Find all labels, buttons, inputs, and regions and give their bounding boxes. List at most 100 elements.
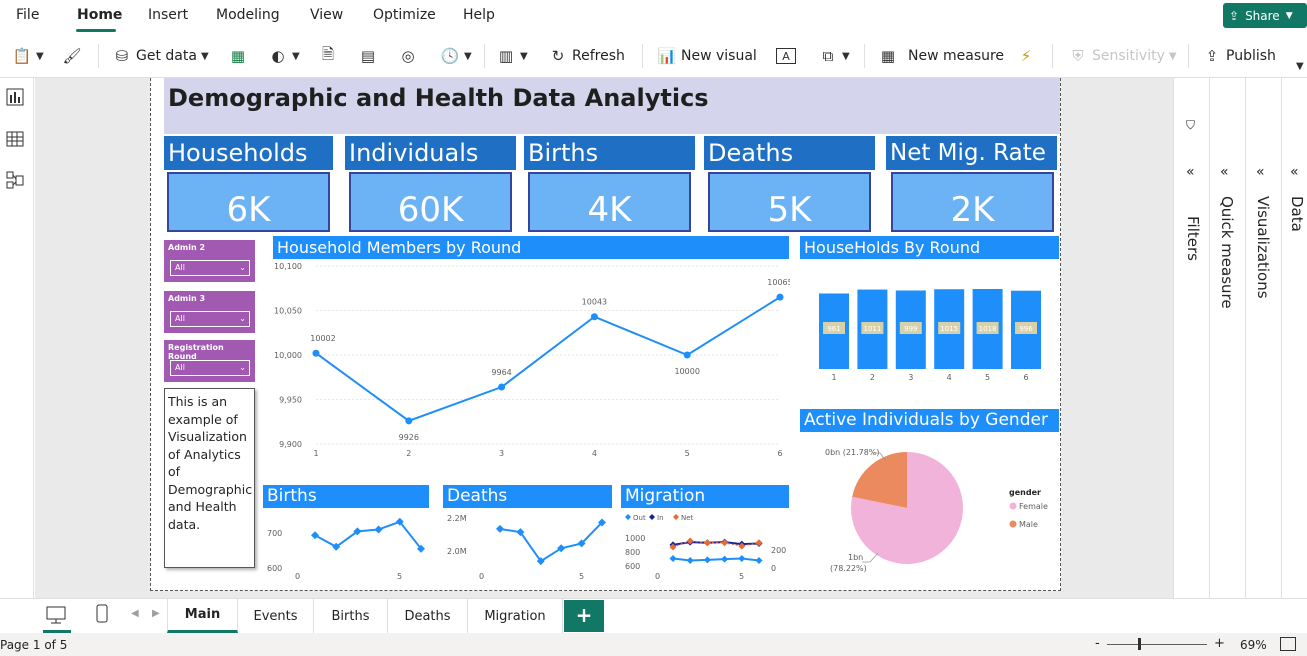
sql-button[interactable]: 🗎 xyxy=(318,44,338,68)
kpi-individuals-label: Individuals xyxy=(345,136,516,170)
zoom-slider-thumb[interactable] xyxy=(1138,638,1141,650)
sensitivity-label: Sensitivity xyxy=(1092,48,1165,64)
table-view-button[interactable] xyxy=(6,130,24,148)
x-tick-label: 3 xyxy=(908,373,913,382)
mobile-layout-button[interactable] xyxy=(92,603,112,627)
bar-chart-icon: 📊 xyxy=(657,47,677,65)
refresh-button[interactable]: ↻ Refresh xyxy=(548,44,625,68)
slicer-round-value: All xyxy=(175,363,185,372)
kpi-births-value[interactable]: 4K xyxy=(528,172,691,232)
zoom-out-button[interactable]: - xyxy=(1095,636,1100,651)
collapse-quick-measure-icon[interactable]: « xyxy=(1220,164,1229,180)
text-box-icon: A xyxy=(776,48,796,64)
enter-data-button[interactable]: ▤ xyxy=(358,44,378,68)
scroll-left-icon[interactable]: ◀ xyxy=(131,608,139,619)
menu-insert[interactable]: Insert xyxy=(148,7,188,23)
chevron-down-icon: ▼ xyxy=(1285,10,1293,21)
slicer-round-label: Registration Round xyxy=(168,343,224,361)
scroll-right-icon[interactable]: ▶ xyxy=(152,608,160,619)
kpi-deaths-value[interactable]: 5K xyxy=(708,172,871,232)
tab-events[interactable]: Events xyxy=(238,599,314,633)
births-line-chart[interactable]: 700 600 0 5 xyxy=(263,508,433,588)
data-label: 1011 xyxy=(863,325,881,333)
get-data-button[interactable]: ⛁ Get data ▼ xyxy=(112,44,209,68)
members-line-chart[interactable]: 10,100 10,050 10,000 9,950 9,900 1 2 3 4 5 6 10002 9… xyxy=(270,260,790,460)
quick-measure-button[interactable]: ⚡ xyxy=(1016,44,1036,68)
legend-label: Net xyxy=(681,514,694,522)
text-box-button[interactable]: A xyxy=(776,44,796,68)
data-pane-title: Data xyxy=(1288,196,1306,232)
fit-to-page-button[interactable] xyxy=(1280,637,1296,651)
model-view-button[interactable] xyxy=(6,171,24,189)
filters-pane[interactable]: « ⛉ Filters xyxy=(1173,78,1209,598)
desktop-layout-button[interactable] xyxy=(44,604,70,628)
onelake-button[interactable]: ◐ ▼ xyxy=(268,44,299,68)
collapse-data-icon[interactable]: « xyxy=(1290,164,1299,180)
y-tick-label: 2.2M xyxy=(447,514,467,523)
format-painter-button[interactable]: 🖌 xyxy=(62,44,82,68)
chevron-down-icon: ▼ xyxy=(1168,50,1177,62)
slicer-admin2-dropdown[interactable]: All ⌄ xyxy=(170,260,250,276)
x-tick-label: 0 xyxy=(295,572,300,581)
sensitivity-button[interactable]: ⛨ Sensitivity ▼ xyxy=(1068,44,1177,68)
tab-main[interactable]: Main xyxy=(167,599,238,633)
recent-sources-button[interactable]: 🕓 ▼ xyxy=(440,44,472,68)
slicer-admin3-dropdown[interactable]: All ⌄ xyxy=(170,311,250,327)
gender-pie-chart[interactable]: 0bn (21.78%) 1bn (78.22%) gender Female Male xyxy=(800,435,1060,585)
series-line xyxy=(315,296,781,422)
legend-label: Female xyxy=(1019,502,1048,511)
report-view-icon xyxy=(6,88,24,106)
kpi-individuals-value[interactable]: 60K xyxy=(349,172,512,232)
data-point xyxy=(311,531,319,540)
collapse-visualizations-icon[interactable]: « xyxy=(1256,164,1265,180)
households-bar-chart[interactable]: 961 1 1011 2 999 3 1015 4 1018 5 996 6 xyxy=(800,260,1060,390)
description-textbox[interactable]: This is an example of Visualization of A… xyxy=(164,388,255,568)
tab-births[interactable]: Births xyxy=(314,599,388,633)
zoom-in-button[interactable]: + xyxy=(1214,636,1225,651)
data-label: (78.22%) xyxy=(830,564,867,573)
legend-marker xyxy=(673,514,679,520)
transform-data-button[interactable]: ▥ ▼ xyxy=(496,44,528,68)
y-tick-label: 1000 xyxy=(625,534,645,543)
menu-view[interactable]: View xyxy=(310,7,343,23)
chevron-down-icon: ⌄ xyxy=(239,263,246,272)
menu-modeling[interactable]: Modeling xyxy=(216,7,280,23)
zoom-slider-track[interactable] xyxy=(1107,644,1207,645)
report-view-button[interactable] xyxy=(6,88,24,106)
collapse-filters-icon[interactable]: « xyxy=(1186,164,1195,180)
publish-button[interactable]: ⇪ Publish xyxy=(1202,44,1276,68)
deaths-line-chart[interactable]: 2.2M 2.0M 0 5 xyxy=(443,508,613,588)
filter-icon: ⛉ xyxy=(1186,118,1196,132)
migration-line-chart[interactable]: Out In Net 1000 800 600 200 0 0 5 xyxy=(621,508,791,588)
kpi-households-value[interactable]: 6K xyxy=(167,172,330,232)
visualizations-pane[interactable]: « Visualizations xyxy=(1245,78,1281,598)
slicer-round-dropdown[interactable]: All ⌄ xyxy=(170,360,250,376)
x-tick-label: 0 xyxy=(655,572,660,581)
new-visual-button[interactable]: 📊 New visual xyxy=(657,44,757,68)
excel-button[interactable]: ▦ xyxy=(228,44,248,68)
tab-migration[interactable]: Migration xyxy=(468,599,563,633)
paste-button[interactable]: 📋 ▼ xyxy=(12,44,44,68)
clipboard-icon: 📋 xyxy=(12,47,32,65)
share-button[interactable]: ⇪ Share ▼ xyxy=(1223,3,1307,28)
add-page-button[interactable]: + xyxy=(564,600,604,632)
menu-file[interactable]: File xyxy=(16,7,39,23)
kpi-net-mig-value[interactable]: 2K xyxy=(891,172,1054,232)
menu-home[interactable]: Home xyxy=(77,7,122,23)
legend-marker xyxy=(1009,502,1017,510)
dataverse-button[interactable]: ◎ xyxy=(398,44,418,68)
table-icon: ▤ xyxy=(360,47,376,65)
kpi-deaths-label: Deaths xyxy=(704,136,875,170)
menu-optimize[interactable]: Optimize xyxy=(373,7,436,23)
data-point xyxy=(312,349,320,357)
more-visuals-button[interactable]: ⧉ ▼ xyxy=(818,44,850,68)
legend-marker xyxy=(649,514,655,520)
menu-help[interactable]: Help xyxy=(463,7,495,23)
ribbon-expand-button[interactable]: ▼ xyxy=(1296,54,1304,78)
legend-label: Out xyxy=(633,514,646,522)
quick-measure-pane[interactable]: « Quick measure xyxy=(1209,78,1245,598)
new-measure-button[interactable]: ▦ New measure xyxy=(878,44,1004,68)
data-point xyxy=(721,555,729,563)
data-pane[interactable]: « Data xyxy=(1281,78,1307,598)
tab-deaths[interactable]: Deaths xyxy=(388,599,468,633)
